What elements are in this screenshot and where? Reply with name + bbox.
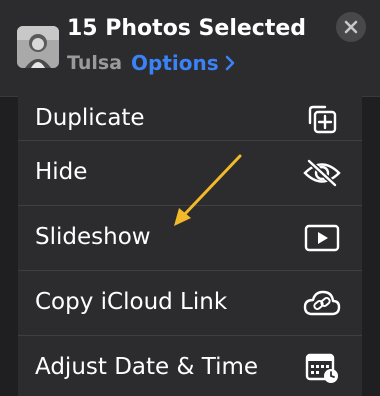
duplicate-icon — [302, 100, 342, 140]
photo-thumbnail — [17, 26, 59, 68]
cloud-link-icon — [302, 283, 342, 323]
menu-item-duplicate[interactable]: Duplicate — [18, 76, 362, 141]
options-button[interactable]: Options — [131, 51, 235, 75]
location-label: Tulsa — [67, 52, 123, 74]
eye-slash-icon — [302, 153, 342, 193]
close-icon — [344, 20, 358, 34]
menu-item-label: Adjust Date & Time — [35, 354, 259, 380]
menu-item-hide[interactable]: Hide — [18, 141, 362, 206]
menu-item-adjust-date-time[interactable]: Adjust Date & Time — [18, 336, 362, 396]
menu-item-slideshow[interactable]: Slideshow — [18, 206, 362, 271]
menu-item-label: Copy iCloud Link — [35, 289, 228, 315]
menu-item-label: Hide — [35, 159, 88, 185]
options-label: Options — [131, 51, 219, 75]
menu-item-copy-icloud-link[interactable]: Copy iCloud Link — [18, 271, 362, 336]
close-button[interactable] — [336, 12, 366, 42]
play-icon — [302, 218, 342, 258]
chevron-right-icon — [225, 55, 234, 71]
page-title: 15 Photos Selected — [67, 16, 307, 41]
calendar-clock-icon — [302, 348, 342, 388]
photo-actions-sheet: 15 Photos Selected Tulsa Options Duplica… — [0, 0, 380, 396]
menu-item-label: Duplicate — [35, 105, 145, 131]
menu-item-label: Slideshow — [35, 224, 151, 250]
action-menu: Duplicate Hide Slideshow Copy iCloud Lin… — [18, 96, 362, 396]
